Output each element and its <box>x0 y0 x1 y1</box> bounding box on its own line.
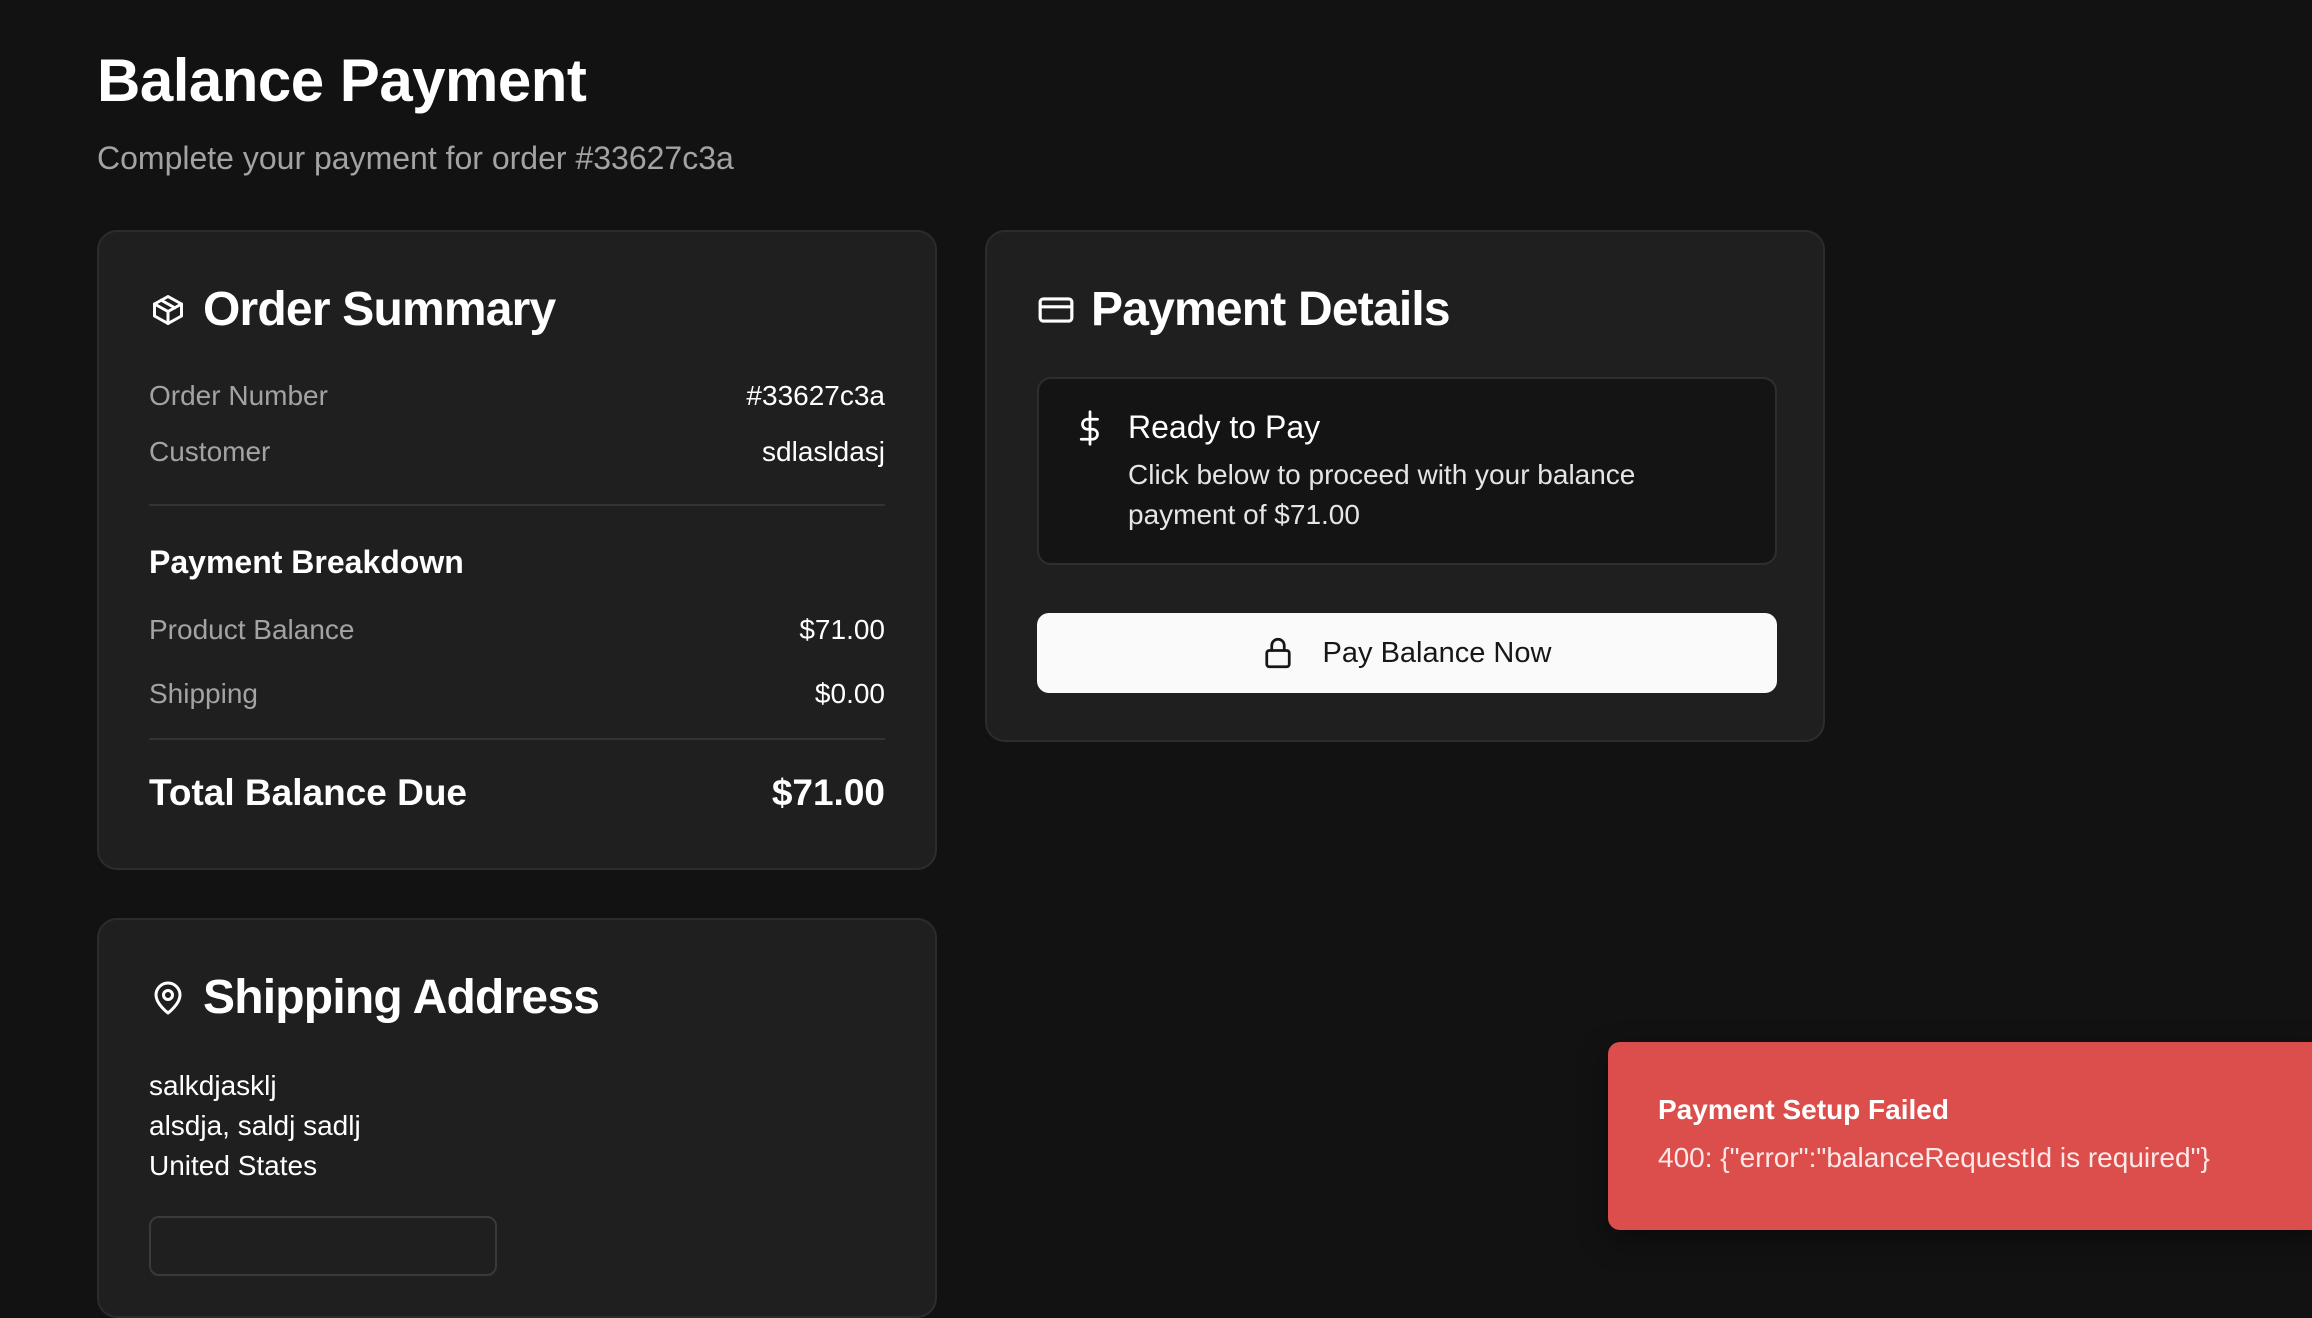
customer-row: Customer sdlasldasj <box>149 436 885 468</box>
shipping-address-header: Shipping Address <box>149 970 600 1025</box>
order-summary-title: Order Summary <box>203 283 556 336</box>
shipping-label: Shipping <box>149 678 258 709</box>
payment-details-title: Payment Details <box>1091 283 1451 336</box>
order-summary-header: Order Summary <box>149 282 556 337</box>
total-balance-value: $71.00 <box>771 772 885 813</box>
customer-value: sdlasldasj <box>762 436 885 467</box>
dollar-icon <box>1075 409 1105 449</box>
total-balance-row: Total Balance Due $71.00 <box>149 772 885 814</box>
lock-icon <box>1263 636 1293 670</box>
product-balance-row: Product Balance $71.00 <box>149 614 885 646</box>
shipping-address-card: Shipping Address salkdjasklj alsdja, sal… <box>97 918 937 1318</box>
toast-title: Payment Setup Failed <box>1658 1094 1949 1125</box>
page-title: Balance Payment <box>97 47 587 114</box>
package-icon <box>149 291 187 329</box>
address-action-button[interactable] <box>149 1216 497 1276</box>
shipping-row: Shipping $0.00 <box>149 678 885 710</box>
payment-details-header: Payment Details <box>1037 282 1451 337</box>
order-number-value: #33627c3a <box>746 380 885 411</box>
shipping-value: $0.00 <box>814 678 885 709</box>
pay-balance-button-label: Pay Balance Now <box>1322 636 1552 669</box>
credit-card-icon <box>1037 291 1075 329</box>
shipping-address-title: Shipping Address <box>203 971 600 1024</box>
payment-breakdown-heading: Payment Breakdown <box>149 544 464 580</box>
product-balance-label: Product Balance <box>149 614 355 645</box>
ready-to-pay-box: Ready to Pay Click below to proceed with… <box>1037 377 1777 565</box>
customer-label: Customer <box>149 436 271 467</box>
map-pin-icon <box>149 979 187 1017</box>
toast-message: 400: {"error":"balanceRequestId is requi… <box>1658 1142 2210 1173</box>
order-summary-card: Order Summary Order Number #33627c3a Cus… <box>97 230 937 870</box>
order-number-label: Order Number <box>149 380 328 411</box>
total-balance-label: Total Balance Due <box>149 772 468 813</box>
address-line-1: salkdjasklj <box>149 1070 277 1101</box>
address-line-2: alsdja, saldj sadlj <box>149 1110 361 1141</box>
payment-details-card: Payment Details Ready to Pay Click below… <box>985 230 1825 742</box>
order-number-row: Order Number #33627c3a <box>149 380 885 412</box>
address-line-3: United States <box>149 1150 318 1181</box>
product-balance-value: $71.00 <box>799 614 885 645</box>
divider <box>149 738 885 740</box>
ready-to-pay-description: Click below to proceed with your balance… <box>1128 459 1636 530</box>
divider <box>149 504 885 506</box>
error-toast[interactable]: Payment Setup Failed 400: {"error":"bala… <box>1608 1042 2312 1230</box>
pay-balance-button[interactable]: Pay Balance Now <box>1037 613 1777 693</box>
page-subtitle: Complete your payment for order #33627c3… <box>97 140 734 176</box>
ready-to-pay-title: Ready to Pay <box>1128 409 1321 445</box>
